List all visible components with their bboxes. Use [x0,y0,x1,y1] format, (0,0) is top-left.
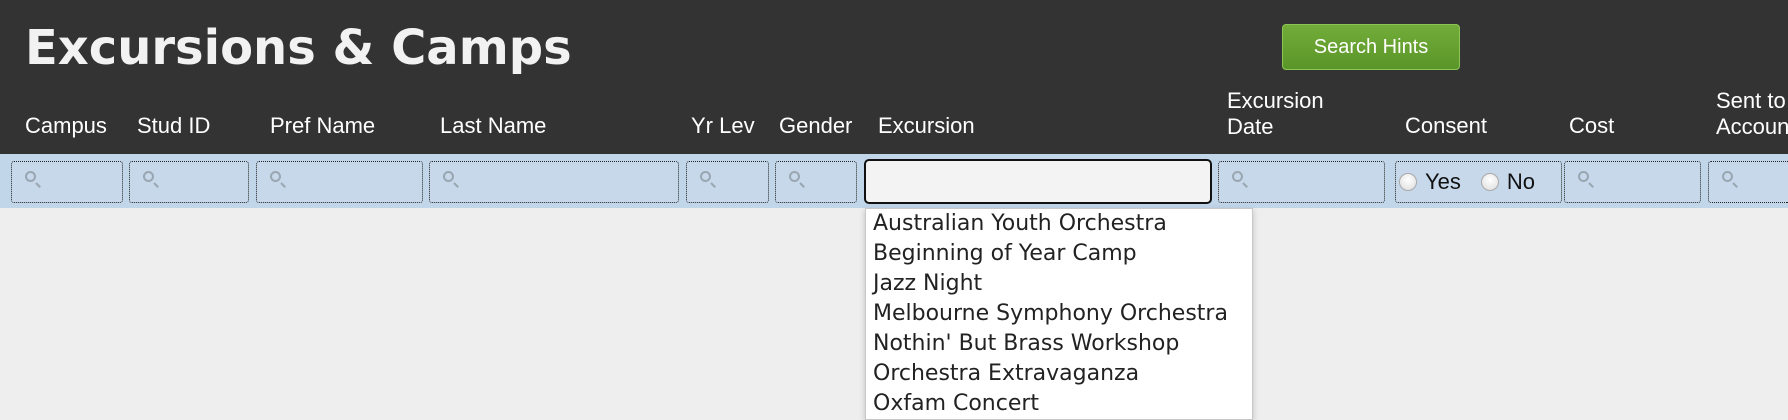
search-icon [25,171,36,182]
column-header-excursion-date[interactable]: Excursion Date [1227,88,1324,140]
column-header-sent-line2: Accounts [1716,114,1788,139]
dropdown-option[interactable]: Australian Youth Orchestra [866,209,1252,239]
search-icon [1578,171,1589,182]
column-header-stud-id[interactable]: Stud ID [137,113,210,139]
dropdown-option[interactable]: Nothin' But Brass Workshop [866,329,1252,359]
last-name-filter-input[interactable] [429,161,679,203]
column-header-sent-line1: Sent to [1716,88,1786,113]
column-header-last-name[interactable]: Last Name [440,113,546,139]
page-header: Excursions & Camps Search Hints Campus S… [0,0,1788,154]
column-header-gender[interactable]: Gender [779,113,852,139]
search-icon [1722,171,1733,182]
stud-id-filter-input[interactable] [129,161,249,203]
consent-no-radio[interactable] [1480,173,1499,191]
consent-no-label: No [1506,169,1536,194]
gender-filter-input[interactable] [775,161,857,203]
sent-to-accounts-filter-input[interactable] [1708,161,1788,203]
column-header-pref-name[interactable]: Pref Name [270,113,375,139]
search-icon [143,171,154,182]
yr-lev-filter-input[interactable] [686,161,769,203]
search-icon [443,171,454,182]
search-icon [270,171,281,182]
search-hints-button[interactable]: Search Hints [1282,24,1460,70]
search-icon [1232,171,1243,182]
dropdown-option[interactable]: Beginning of Year Camp [866,239,1252,269]
column-header-excursion-date-line1: Excursion [1227,88,1324,113]
search-icon [789,171,800,182]
column-header-sent-to-accounts[interactable]: Sent to Accounts [1716,88,1788,140]
dropdown-option[interactable]: Orchestra Extravaganza [866,359,1252,389]
search-icon [700,171,711,182]
column-header-excursion-date-line2: Date [1227,114,1274,139]
cost-filter-input[interactable] [1564,161,1701,203]
column-header-excursion[interactable]: Excursion [878,113,975,139]
column-header-cost[interactable]: Cost [1569,113,1614,139]
dropdown-option[interactable]: Jazz Night [866,269,1252,299]
consent-filter: Yes No [1395,161,1562,203]
consent-yes-label: Yes [1425,169,1461,194]
column-header-campus[interactable]: Campus [25,113,107,139]
column-header-yr-lev[interactable]: Yr Lev [691,113,755,139]
dropdown-option[interactable]: Melbourne Symphony Orchestra [866,299,1252,329]
page-title: Excursions & Camps [25,20,572,76]
pref-name-filter-input[interactable] [256,161,423,203]
column-header-consent[interactable]: Consent [1405,113,1487,139]
excursion-filter-input[interactable] [864,159,1212,204]
excursion-date-filter-input[interactable] [1218,161,1385,203]
excursion-dropdown: Australian Youth Orchestra Beginning of … [865,208,1253,420]
consent-yes-radio[interactable] [1399,173,1417,191]
dropdown-option[interactable]: Oxfam Concert [866,389,1252,419]
campus-filter-input[interactable] [11,161,123,203]
